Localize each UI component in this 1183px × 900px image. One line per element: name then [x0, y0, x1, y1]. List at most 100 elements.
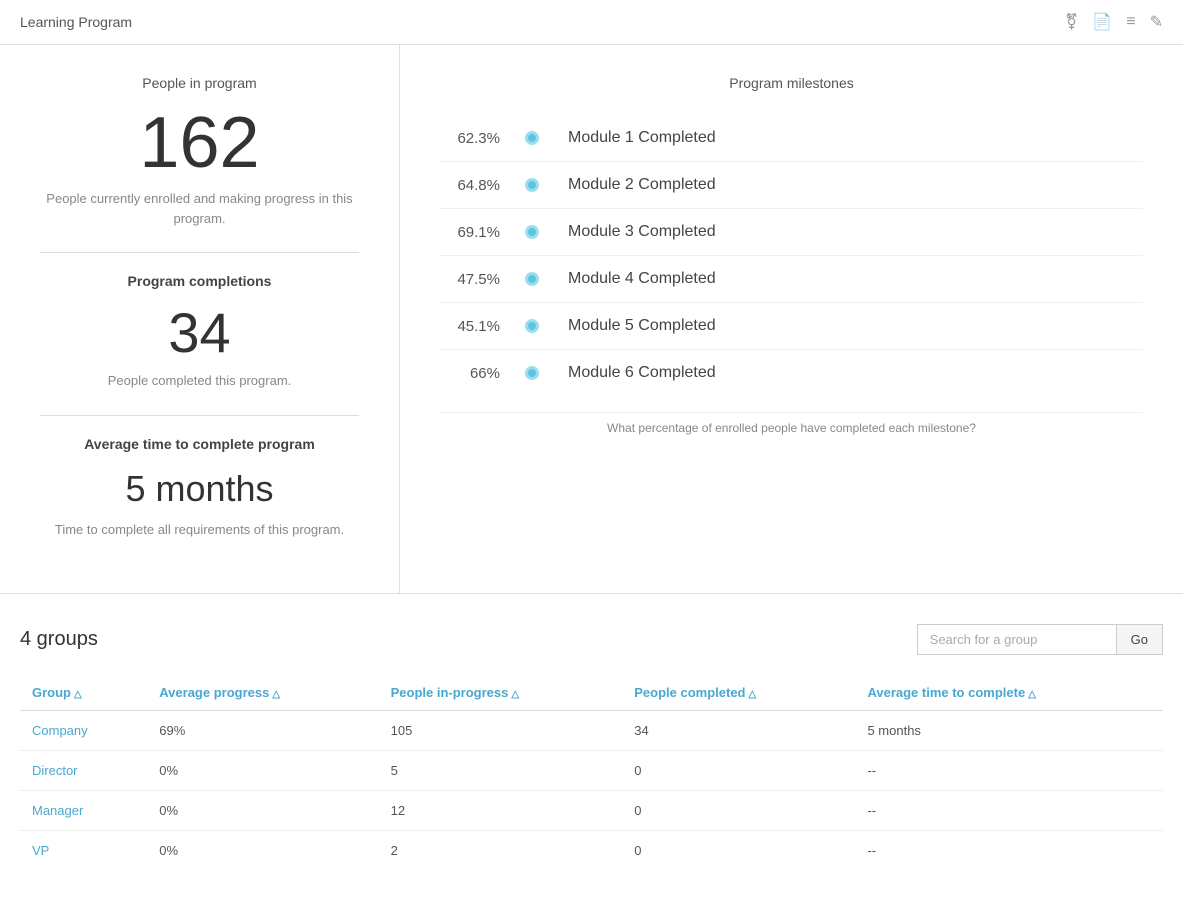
milestones-list: 62.3% Module 1 Completed 64.8% Module 2 … [440, 115, 1143, 396]
milestone-label: Module 4 Completed [544, 270, 716, 288]
document-icon[interactable]: 📄 [1092, 12, 1112, 32]
milestone-pct: 62.3% [440, 130, 520, 147]
group-link[interactable]: Manager [32, 803, 83, 818]
list-icon[interactable]: ≡ [1126, 13, 1135, 31]
people-inprogress-cell: 5 [379, 751, 623, 791]
groups-table: Group△Average progress△People in-progres… [20, 675, 1163, 870]
milestone-dot [525, 366, 539, 380]
milestone-label: Module 6 Completed [544, 364, 716, 382]
group-name-cell: VP [20, 831, 147, 871]
milestone-pct: 45.1% [440, 318, 520, 335]
people-inprogress-cell: 2 [379, 831, 623, 871]
avg-time-desc: Time to complete all requirements of thi… [40, 520, 359, 540]
milestone-dot-container [520, 178, 544, 192]
milestone-row: 66% Module 6 Completed [440, 350, 1143, 396]
sort-icon: △ [748, 689, 756, 700]
search-input[interactable] [917, 624, 1117, 655]
divider-2 [40, 415, 359, 416]
group-name-cell: Manager [20, 791, 147, 831]
people-in-program-label: People in program [40, 75, 359, 91]
sort-icon: △ [1028, 689, 1036, 700]
table-row: Director 0% 5 0 -- [20, 751, 1163, 791]
completions-desc: People completed this program. [40, 371, 359, 391]
table-row: Company 69% 105 34 5 months [20, 711, 1163, 751]
milestone-label: Module 1 Completed [544, 129, 716, 147]
table-col-people-in-progress[interactable]: People in-progress△ [379, 675, 623, 711]
people-inprogress-cell: 105 [379, 711, 623, 751]
search-area: Go [917, 624, 1163, 655]
program-completions-label: Program completions [40, 273, 359, 289]
fork-icon[interactable]: ⚧ [1065, 12, 1078, 32]
edit-icon[interactable]: ✎ [1150, 12, 1163, 32]
milestone-dot [525, 178, 539, 192]
sort-icon: △ [74, 689, 82, 700]
milestones-title: Program milestones [440, 75, 1143, 91]
group-link[interactable]: Director [32, 763, 78, 778]
milestones-footer: What percentage of enrolled people have … [440, 412, 1143, 435]
milestone-row: 62.3% Module 1 Completed [440, 115, 1143, 162]
page-title: Learning Program [20, 14, 132, 30]
people-completed-cell: 34 [622, 711, 855, 751]
group-link[interactable]: Company [32, 723, 88, 738]
table-row: VP 0% 2 0 -- [20, 831, 1163, 871]
people-completed-cell: 0 [622, 831, 855, 871]
group-name-cell: Director [20, 751, 147, 791]
groups-title: 4 groups [20, 628, 98, 651]
milestone-pct: 47.5% [440, 271, 520, 288]
avg-progress-cell: 0% [147, 791, 378, 831]
milestone-pct: 66% [440, 365, 520, 382]
header: Learning Program ⚧ 📄 ≡ ✎ [0, 0, 1183, 45]
divider-1 [40, 252, 359, 253]
people-desc: People currently enrolled and making pro… [40, 189, 359, 228]
table-body: Company 69% 105 34 5 months Director 0% … [20, 711, 1163, 871]
avg-time-value: 5 months [40, 468, 359, 510]
group-name-cell: Company [20, 711, 147, 751]
milestone-row: 45.1% Module 5 Completed [440, 303, 1143, 350]
groups-header: 4 groups Go [20, 624, 1163, 655]
table-header: Group△Average progress△People in-progres… [20, 675, 1163, 711]
people-completed-cell: 0 [622, 751, 855, 791]
table-col-group[interactable]: Group△ [20, 675, 147, 711]
table-header-row: Group△Average progress△People in-progres… [20, 675, 1163, 711]
avg-time-label: Average time to complete program [40, 436, 359, 452]
header-icons: ⚧ 📄 ≡ ✎ [1065, 12, 1163, 32]
bottom-section: 4 groups Go Group△Average progress△Peopl… [0, 594, 1183, 900]
milestone-label: Module 5 Completed [544, 317, 716, 335]
left-panel: People in program 162 People currently e… [0, 45, 400, 593]
milestone-dot [525, 272, 539, 286]
avg-progress-cell: 69% [147, 711, 378, 751]
milestone-pct: 64.8% [440, 177, 520, 194]
milestone-dot-container [520, 131, 544, 145]
people-count: 162 [40, 107, 359, 179]
avg-time-cell: -- [855, 831, 1163, 871]
table-col-average-progress[interactable]: Average progress△ [147, 675, 378, 711]
milestone-row: 64.8% Module 2 Completed [440, 162, 1143, 209]
milestone-row: 69.1% Module 3 Completed [440, 209, 1143, 256]
milestone-dot-container [520, 319, 544, 333]
top-section: People in program 162 People currently e… [0, 45, 1183, 594]
avg-time-cell: -- [855, 791, 1163, 831]
table-col-average-time-to-complete[interactable]: Average time to complete△ [855, 675, 1163, 711]
milestone-dot [525, 131, 539, 145]
sort-icon: △ [511, 689, 519, 700]
avg-progress-cell: 0% [147, 751, 378, 791]
table-col-people-completed[interactable]: People completed△ [622, 675, 855, 711]
completions-count: 34 [40, 305, 359, 361]
milestone-dot-container [520, 366, 544, 380]
avg-time-cell: -- [855, 751, 1163, 791]
milestone-label: Module 3 Completed [544, 223, 716, 241]
avg-time-cell: 5 months [855, 711, 1163, 751]
avg-progress-cell: 0% [147, 831, 378, 871]
milestone-dot [525, 319, 539, 333]
people-completed-cell: 0 [622, 791, 855, 831]
group-link[interactable]: VP [32, 843, 49, 858]
milestone-label: Module 2 Completed [544, 176, 716, 194]
milestone-dot [525, 225, 539, 239]
go-button[interactable]: Go [1117, 624, 1163, 655]
people-inprogress-cell: 12 [379, 791, 623, 831]
sort-icon: △ [272, 689, 280, 700]
right-panel: Program milestones 62.3% Module 1 Comple… [400, 45, 1183, 593]
milestone-dot-container [520, 272, 544, 286]
milestone-pct: 69.1% [440, 224, 520, 241]
table-row: Manager 0% 12 0 -- [20, 791, 1163, 831]
